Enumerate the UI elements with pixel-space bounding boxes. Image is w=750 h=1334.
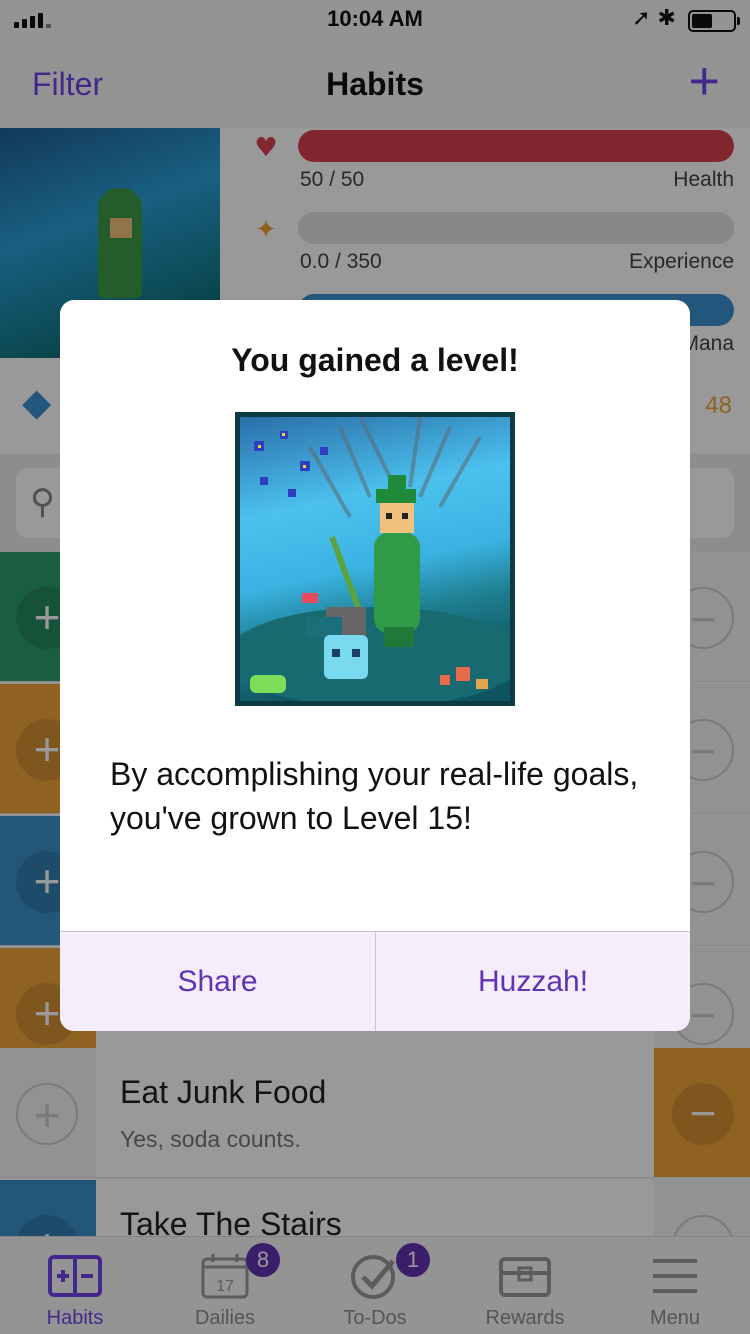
huzzah-button[interactable]: Huzzah! — [375, 932, 690, 1031]
share-button[interactable]: Share — [60, 932, 375, 1031]
dialog-buttons: Share Huzzah! — [60, 931, 690, 1031]
dialog-title: You gained a level! — [231, 342, 519, 378]
level-up-dialog: You gained a level! By accomplishing you… — [60, 300, 690, 1031]
dialog-message: By accomplishing your real-life goals, y… — [110, 756, 639, 836]
avatar-artwork — [225, 412, 525, 707]
avatar-scene-image — [225, 416, 525, 707]
